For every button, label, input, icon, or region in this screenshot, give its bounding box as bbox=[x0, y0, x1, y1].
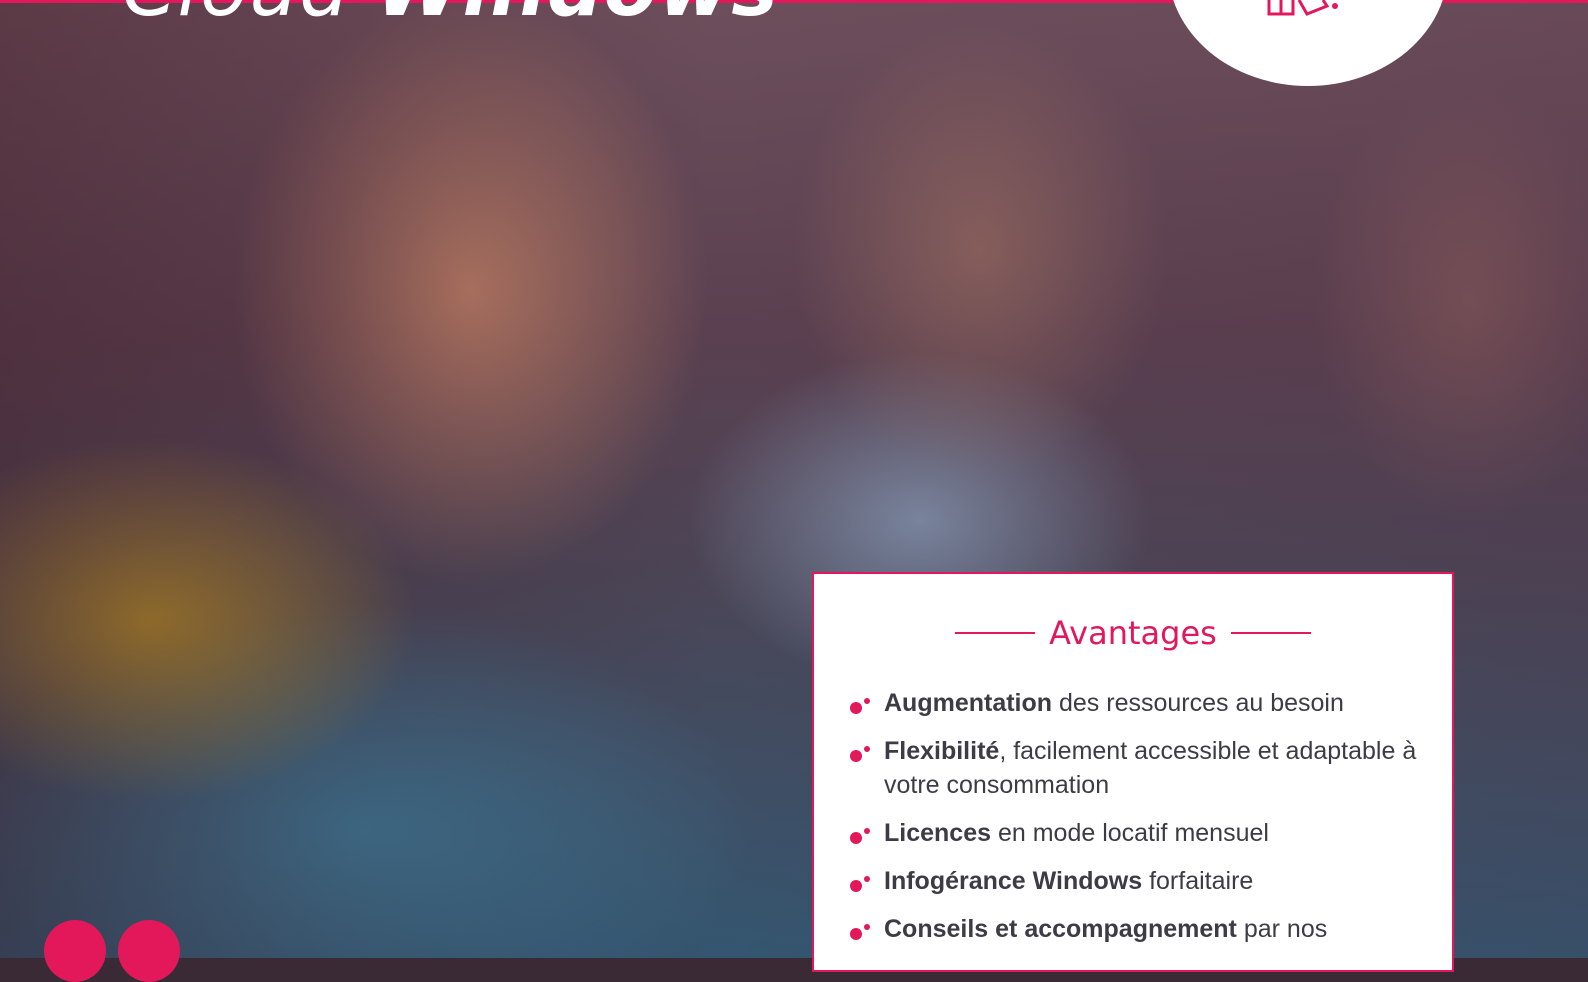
list-item: Conseils et accompagnement par nos bbox=[848, 912, 1438, 946]
headline-light: Cloud bbox=[122, 0, 350, 34]
dot bbox=[44, 920, 106, 982]
item-text: par nos bbox=[1236, 915, 1328, 943]
item-text: en mode locatif mensuel bbox=[991, 819, 1269, 847]
card-title: Avantages bbox=[814, 614, 1452, 652]
list-item: Flexibilité, facilement accessible et ad… bbox=[848, 734, 1438, 802]
advantages-card: Avantages Augmentation des ressources au… bbox=[812, 572, 1454, 972]
bullet-dots-icon bbox=[848, 746, 876, 766]
bullet-dots-icon bbox=[848, 924, 876, 944]
advantages-list: Augmentation des ressources au besoin Fl… bbox=[848, 686, 1438, 960]
headline-bold: Windows bbox=[376, 0, 779, 34]
item-bold: Infogérance Windows bbox=[884, 867, 1143, 895]
item-bold: Flexibilité bbox=[884, 737, 1000, 765]
dot bbox=[118, 920, 180, 982]
item-text: forfaitaire bbox=[1142, 867, 1254, 895]
bullet-dots-icon bbox=[848, 876, 876, 896]
list-item: Infogérance Windows forfaitaire bbox=[848, 864, 1438, 898]
list-item: Licences en mode locatif mensuel bbox=[848, 816, 1438, 850]
documents-icon bbox=[1267, 0, 1338, 16]
title-rule-right bbox=[1230, 632, 1311, 634]
bullet-dots-icon bbox=[848, 698, 876, 718]
item-bold: Licences bbox=[884, 819, 992, 847]
list-item: Augmentation des ressources au besoin bbox=[848, 686, 1438, 720]
headline: Cloud Windows bbox=[122, 0, 779, 34]
title-rule-left bbox=[955, 632, 1036, 634]
item-bold: Conseils et accompagnement bbox=[884, 915, 1237, 943]
card-title-text: Avantages bbox=[1049, 614, 1217, 652]
item-bold: Augmentation bbox=[884, 689, 1053, 717]
bullet-dots-icon bbox=[848, 828, 876, 848]
item-text: des ressources au besoin bbox=[1052, 689, 1344, 717]
